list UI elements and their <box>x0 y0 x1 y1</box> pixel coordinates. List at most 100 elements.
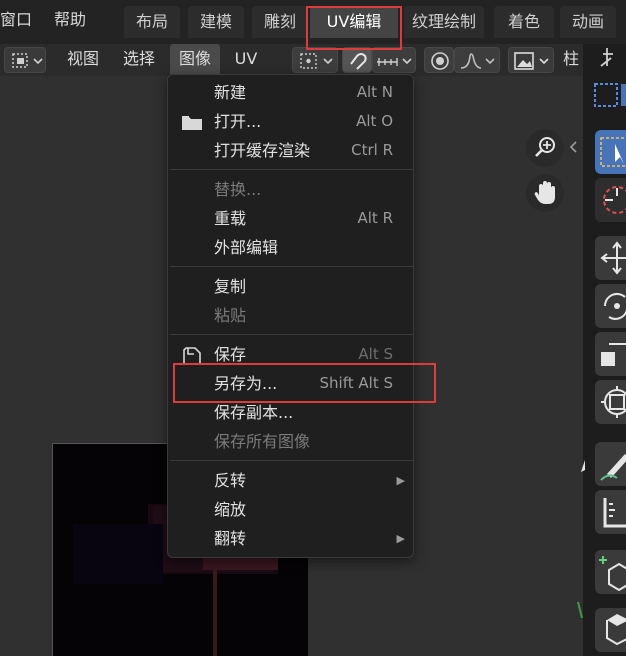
menu-item: 替换... <box>168 175 415 204</box>
select-box-mode-icon[interactable] <box>591 80 626 110</box>
menu-item-shortcut: Alt S <box>358 345 393 363</box>
menu-item-label: 新建 <box>214 83 247 102</box>
overflow-label[interactable]: 柱 <box>558 44 584 76</box>
save-icon <box>183 347 201 365</box>
extrude-tool[interactable] <box>595 608 626 652</box>
pencil-icon <box>600 454 626 481</box>
menu-select[interactable]: 选择 <box>114 44 164 76</box>
tab-shading[interactable]: 着色 <box>494 6 554 38</box>
tab-texture-paint[interactable]: 纹理绘制 <box>404 6 484 38</box>
add-cube-tool[interactable] <box>595 550 626 594</box>
gizmo-icon[interactable] <box>597 44 626 76</box>
editor-header: 视图 选择 图像 UV 柱 <box>0 44 583 76</box>
menu-item-shortcut: Alt N <box>356 83 393 101</box>
folder-icon <box>182 116 202 130</box>
snap-toggle[interactable] <box>342 47 372 73</box>
ruler-icon <box>603 498 626 528</box>
move-arrows-icon <box>600 241 626 275</box>
menu-item[interactable]: 打开缓存渲染 Ctrl R <box>168 136 415 165</box>
menu-item[interactable]: 新建 Alt N <box>168 78 415 107</box>
menu-item-label: 打开缓存渲染 <box>214 141 311 160</box>
zoom-button[interactable] <box>526 129 564 167</box>
menu-item[interactable]: 翻转 ▶ <box>168 524 415 553</box>
menu-item-label: 外部编辑 <box>214 238 279 257</box>
menu-separator <box>170 334 413 335</box>
menu-item[interactable]: 打开... Alt O <box>168 107 415 136</box>
menu-item[interactable]: 重载 Alt R <box>168 204 415 233</box>
menu-help[interactable]: 帮助 <box>54 0 86 44</box>
zoom-in-icon <box>535 137 555 157</box>
menu-item-label: 替换... <box>214 180 262 199</box>
editor-type-button[interactable] <box>4 47 46 73</box>
tab-modeling[interactable]: 建模 <box>188 6 244 38</box>
menu-item-label: 反转 <box>214 471 247 490</box>
submenu-arrow-icon: ▶ <box>396 532 405 545</box>
object-vertex-mark <box>581 460 585 472</box>
menu-item-shortcut: Alt R <box>357 209 393 227</box>
image-icon <box>514 52 549 70</box>
menu-separator <box>170 460 413 461</box>
snap-target-button[interactable] <box>372 47 416 73</box>
menu-separator <box>170 266 413 267</box>
transform-icon <box>601 386 626 418</box>
add-cube-icon <box>599 556 626 592</box>
object-edge-mark <box>577 601 583 619</box>
falloff-curve-icon <box>460 53 495 69</box>
extrude-icon <box>606 614 626 646</box>
scale-icon <box>601 343 626 366</box>
menu-item-label: 保存所有图像 <box>214 432 311 451</box>
menu-item[interactable]: 反转 ▶ <box>168 466 415 495</box>
measure-tool[interactable] <box>595 490 626 534</box>
pivot-button[interactable] <box>292 47 338 73</box>
annotate-tool[interactable] <box>595 442 626 486</box>
image-menu-dropdown: 新建 Alt N 打开... Alt O 打开缓存渲染 Ctrl R 替换... 重载 Alt … <box>167 74 414 558</box>
image-editor-icon <box>12 53 43 68</box>
menu-item-label: 翻转 <box>214 529 247 548</box>
menu-image[interactable]: 图像 <box>170 44 220 76</box>
tab-uv-editing[interactable]: UV编辑 <box>310 6 398 38</box>
menu-item[interactable]: 保存副本... <box>168 398 415 427</box>
falloff-button[interactable] <box>454 47 500 73</box>
tab-animation[interactable]: 动画 <box>560 6 616 38</box>
menu-item-label: 保存副本... <box>214 403 294 422</box>
pan-button[interactable] <box>526 174 564 212</box>
menu-separator <box>170 169 413 170</box>
menu-item-label: 缩放 <box>214 500 247 519</box>
menu-item[interactable]: 保存 Alt S <box>168 340 415 369</box>
rotate-icon <box>603 292 626 320</box>
select-tool[interactable] <box>595 130 626 174</box>
menu-item: 保存所有图像 <box>168 427 415 456</box>
display-channels-button[interactable] <box>508 47 554 73</box>
menu-item[interactable]: 另存为... Shift Alt S <box>168 369 415 398</box>
tool-shelf <box>583 44 626 656</box>
rotate-tool[interactable] <box>595 284 626 328</box>
menu-item-label: 粘贴 <box>214 306 247 325</box>
pivot-icon <box>300 53 333 69</box>
hand-icon <box>534 181 555 204</box>
scale-tool[interactable] <box>595 332 626 376</box>
transform-tool[interactable] <box>595 380 626 424</box>
top-bar: 窗口 帮助 布局 建模 雕刻 UV编辑 纹理绘制 着色 动画 <box>0 0 626 44</box>
crosshair-icon <box>603 186 626 214</box>
submenu-arrow-icon: ▶ <box>396 474 405 487</box>
menu-item-label: 打开... <box>214 112 262 131</box>
menu-item-label: 重载 <box>214 209 247 228</box>
menu-item[interactable]: 外部编辑 <box>168 233 415 262</box>
menu-item-shortcut: Alt O <box>356 112 393 130</box>
proportional-icon <box>431 52 449 70</box>
proportional-edit-toggle[interactable] <box>424 47 454 73</box>
tab-layout[interactable]: 布局 <box>124 6 180 38</box>
menu-item[interactable]: 缩放 <box>168 495 415 524</box>
chevron-left-icon[interactable] <box>566 138 580 156</box>
menu-window[interactable]: 窗口 <box>0 0 32 44</box>
menu-uv[interactable]: UV <box>226 44 266 76</box>
tab-sculpting[interactable]: 雕刻 <box>252 6 308 38</box>
menu-view[interactable]: 视图 <box>58 44 108 76</box>
menu-item: 粘贴 <box>168 301 415 330</box>
menu-item-label: 保存 <box>214 345 247 364</box>
cursor-tool[interactable] <box>595 178 626 222</box>
snap-increment-icon <box>377 58 412 66</box>
move-tool[interactable] <box>595 236 626 280</box>
menu-item-shortcut: Shift Alt S <box>319 374 393 392</box>
menu-item[interactable]: 复制 <box>168 272 415 301</box>
